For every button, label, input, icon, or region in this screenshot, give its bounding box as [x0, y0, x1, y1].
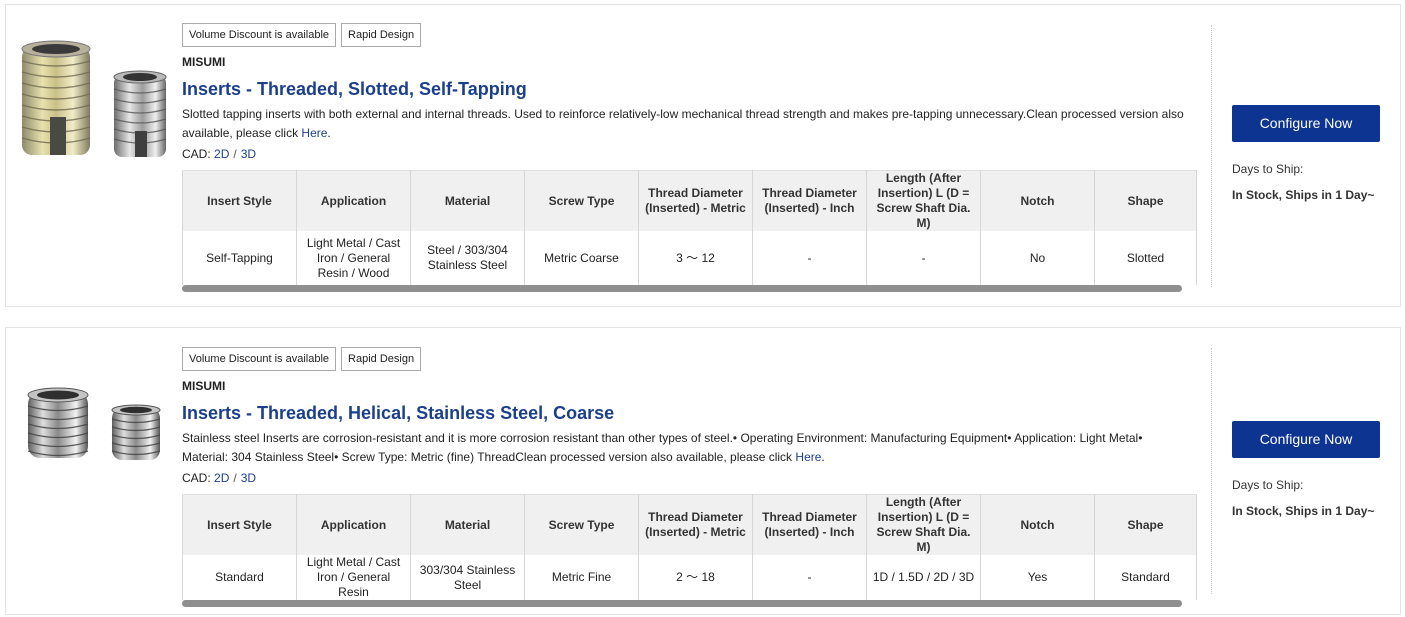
spec-table-container: Insert Style Application Material Screw … [182, 170, 1197, 292]
cad-links: CAD: 2D / 3D [182, 147, 1196, 161]
column-header: Length (After Insertion) L (D = Screw Sh… [866, 170, 981, 231]
cad-3d-link[interactable]: 3D [241, 471, 256, 485]
table-cell: Metric Fine [524, 555, 639, 600]
tag-rapid-design[interactable]: Rapid Design [341, 347, 422, 371]
table-cell: Standard [1094, 555, 1197, 600]
order-panel: Configure Now Days to Ship: In Stock, Sh… [1232, 105, 1392, 202]
product-card: Volume Discount is available Rapid Desig… [5, 4, 1401, 307]
spec-table: Insert Style Application Material Screw … [182, 170, 1197, 285]
product-image-helical-insert[interactable] [16, 386, 176, 470]
table-cell: 1D / 1.5D / 2D / 3D [866, 555, 981, 600]
cad-separator: / [233, 147, 237, 161]
table-cell: - [866, 231, 981, 285]
tag-volume-discount[interactable]: Volume Discount is available [182, 23, 337, 47]
scrollbar-thumb[interactable] [182, 285, 1182, 292]
configure-now-button[interactable]: Configure Now [1232, 421, 1380, 458]
tag-rapid-design[interactable]: Rapid Design [341, 23, 422, 47]
column-header: Application [296, 494, 411, 555]
horizontal-scrollbar[interactable] [182, 600, 1182, 607]
table-cell: Metric Coarse [524, 231, 639, 285]
column-header: Material [410, 494, 525, 555]
spec-table-container: Insert Style Application Material Screw … [182, 494, 1197, 607]
spec-header-row: Insert Style Application Material Screw … [182, 494, 1197, 555]
product-title-link[interactable]: Inserts - Threaded, Helical, Stainless S… [182, 403, 1196, 423]
table-cell: Light Metal / Cast Iron / General Resin … [296, 231, 411, 285]
cad-2d-link[interactable]: 2D [214, 471, 229, 485]
table-row: Self-Tapping Light Metal / Cast Iron / G… [182, 231, 1197, 285]
table-cell: Yes [980, 555, 1095, 600]
tag-list: Volume Discount is available Rapid Desig… [182, 23, 1196, 47]
column-header: Thread Diameter (Inserted) - Metric [638, 170, 753, 231]
description-here-link[interactable]: Here [301, 126, 327, 140]
table-cell: Self-Tapping [182, 231, 297, 285]
column-header: Thread Diameter (Inserted) - Inch [752, 494, 867, 555]
cad-links: CAD: 2D / 3D [182, 471, 1196, 485]
divider [1211, 348, 1212, 594]
days-to-ship-value: In Stock, Ships in 1 Day~ [1232, 188, 1375, 202]
days-to-ship-value: In Stock, Ships in 1 Day~ [1232, 504, 1375, 518]
description-line-2: available, please click [182, 126, 299, 140]
table-row: Standard Light Metal / Cast Iron / Gener… [182, 555, 1197, 600]
table-cell: - [752, 555, 867, 600]
description-line-2: Material: 304 Stainless Steel• Screw Typ… [182, 450, 793, 464]
column-header: Insert Style [182, 170, 297, 231]
tag-volume-discount[interactable]: Volume Discount is available [182, 347, 337, 371]
column-header: Length (After Insertion) L (D = Screw Sh… [866, 494, 981, 555]
table-cell: 2 ～ 18 [638, 555, 753, 600]
product-info: Volume Discount is available Rapid Desig… [182, 347, 1197, 607]
table-cell: Steel / 303/304 Stainless Steel [410, 231, 525, 285]
column-header: Notch [980, 170, 1095, 231]
configure-now-button[interactable]: Configure Now [1232, 105, 1380, 142]
table-cell: 303/304 Stainless Steel [410, 555, 525, 600]
product-info: Volume Discount is available Rapid Desig… [182, 23, 1197, 292]
column-header: Application [296, 170, 411, 231]
cad-label: CAD: [182, 147, 211, 161]
table-cell: No [980, 231, 1095, 285]
description-line-1: Stainless steel Inserts are corrosion-re… [182, 431, 1143, 445]
column-header: Screw Type [524, 170, 639, 231]
brand-name: MISUMI [182, 379, 226, 393]
brand-name: MISUMI [182, 55, 226, 69]
product-description: Slotted tapping inserts with both extern… [182, 105, 1196, 143]
description-end: . [821, 450, 825, 464]
column-header: Insert Style [182, 494, 297, 555]
column-header: Material [410, 170, 525, 231]
column-header: Screw Type [524, 494, 639, 555]
table-cell: Standard [182, 555, 297, 600]
spec-table: Insert Style Application Material Screw … [182, 494, 1197, 600]
column-header: Shape [1094, 170, 1197, 231]
days-to-ship-label: Days to Ship: [1232, 162, 1304, 176]
product-title-link[interactable]: Inserts - Threaded, Slotted, Self-Tappin… [182, 79, 1196, 99]
cad-3d-link[interactable]: 3D [241, 147, 256, 161]
cad-label: CAD: [182, 471, 211, 485]
table-cell: Light Metal / Cast Iron / General Resin [296, 555, 411, 600]
spec-header-row: Insert Style Application Material Screw … [182, 170, 1197, 231]
tag-list: Volume Discount is available Rapid Desig… [182, 347, 1196, 371]
order-panel: Configure Now Days to Ship: In Stock, Sh… [1232, 421, 1392, 518]
description-here-link[interactable]: Here [795, 450, 821, 464]
product-card: Volume Discount is available Rapid Desig… [5, 327, 1401, 615]
table-cell: Slotted [1094, 231, 1197, 285]
table-cell: 3 ～ 12 [638, 231, 753, 285]
product-image-slotted-insert[interactable] [16, 39, 176, 169]
description-end: . [327, 126, 331, 140]
product-description: Stainless steel Inserts are corrosion-re… [182, 429, 1196, 467]
horizontal-scrollbar[interactable] [182, 285, 1182, 292]
column-header: Shape [1094, 494, 1197, 555]
column-header: Notch [980, 494, 1095, 555]
column-header: Thread Diameter (Inserted) - Inch [752, 170, 867, 231]
cad-2d-link[interactable]: 2D [214, 147, 229, 161]
divider [1211, 25, 1212, 287]
column-header: Thread Diameter (Inserted) - Metric [638, 494, 753, 555]
table-cell: - [752, 231, 867, 285]
cad-separator: / [233, 471, 237, 485]
scrollbar-thumb[interactable] [182, 600, 1182, 607]
description-line-1: Slotted tapping inserts with both extern… [182, 107, 1184, 121]
days-to-ship-label: Days to Ship: [1232, 478, 1304, 492]
